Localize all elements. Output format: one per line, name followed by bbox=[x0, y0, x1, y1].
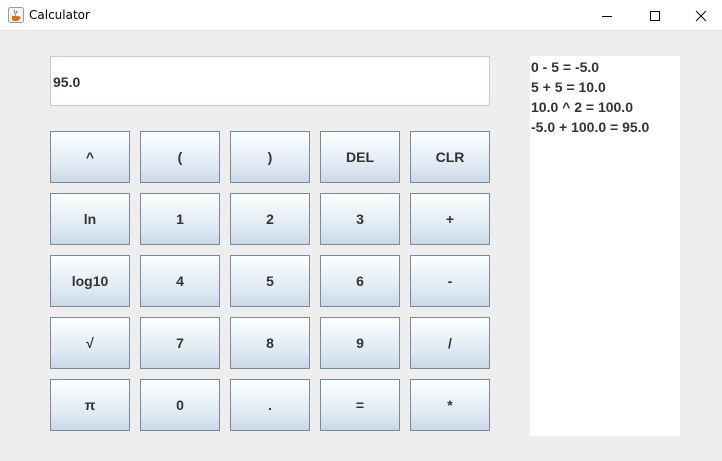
close-button[interactable] bbox=[678, 0, 722, 31]
equals-key[interactable]: = bbox=[320, 379, 400, 431]
java-cup-icon bbox=[8, 7, 24, 23]
minus-key[interactable]: - bbox=[410, 255, 490, 307]
history-item: 5 + 5 = 10.0 bbox=[531, 79, 606, 95]
ln-key[interactable]: ln bbox=[50, 193, 130, 245]
log10-key[interactable]: log10 bbox=[50, 255, 130, 307]
digit-2-key[interactable]: 2 bbox=[230, 193, 310, 245]
history-item: -5.0 + 100.0 = 95.0 bbox=[531, 119, 650, 135]
decimal-key[interactable]: . bbox=[230, 379, 310, 431]
maximize-button[interactable] bbox=[632, 0, 678, 31]
divide-key[interactable]: / bbox=[410, 317, 490, 369]
digit-4-key[interactable]: 4 bbox=[140, 255, 220, 307]
digit-8-key[interactable]: 8 bbox=[230, 317, 310, 369]
plus-key[interactable]: + bbox=[410, 193, 490, 245]
close-paren-key[interactable]: ) bbox=[230, 131, 310, 183]
digit-0-key[interactable]: 0 bbox=[140, 379, 220, 431]
minimize-icon bbox=[602, 15, 612, 17]
maximize-icon bbox=[650, 10, 660, 21]
power-key[interactable]: ^ bbox=[50, 131, 130, 183]
digit-3-key[interactable]: 3 bbox=[320, 193, 400, 245]
digit-9-key[interactable]: 9 bbox=[320, 317, 400, 369]
result-display[interactable]: 95.0 bbox=[50, 56, 490, 106]
window-title: Calculator bbox=[29, 8, 90, 22]
calculator-window: Calculator 95.0 ^ ( ) DEL CLR ln 1 2 3 +… bbox=[0, 0, 722, 461]
title-bar[interactable]: Calculator bbox=[0, 0, 722, 31]
digit-6-key[interactable]: 6 bbox=[320, 255, 400, 307]
sqrt-key[interactable]: √ bbox=[50, 317, 130, 369]
digit-5-key[interactable]: 5 bbox=[230, 255, 310, 307]
open-paren-key[interactable]: ( bbox=[140, 131, 220, 183]
pi-key[interactable]: π bbox=[50, 379, 130, 431]
display-value: 95.0 bbox=[53, 74, 81, 90]
digit-7-key[interactable]: 7 bbox=[140, 317, 220, 369]
history-panel[interactable]: 0 - 5 = -5.0 5 + 5 = 10.0 10.0 ^ 2 = 100… bbox=[530, 56, 680, 436]
delete-key[interactable]: DEL bbox=[320, 131, 400, 183]
close-icon bbox=[695, 10, 707, 21]
multiply-key[interactable]: * bbox=[410, 379, 490, 431]
history-item: 10.0 ^ 2 = 100.0 bbox=[531, 99, 633, 115]
digit-1-key[interactable]: 1 bbox=[140, 193, 220, 245]
history-item: 0 - 5 = -5.0 bbox=[531, 59, 600, 75]
minimize-button[interactable] bbox=[584, 0, 630, 31]
clear-key[interactable]: CLR bbox=[410, 131, 490, 183]
